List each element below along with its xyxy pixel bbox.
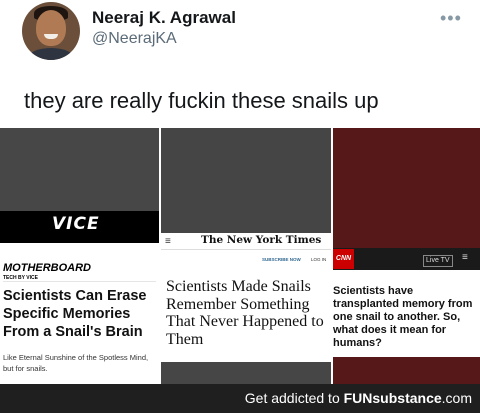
vice-logo: VICE bbox=[52, 214, 100, 234]
article-card-cnn[interactable]: CNN Live TV ≡ Scientists have transplant… bbox=[333, 128, 480, 384]
article-card-vice[interactable]: VICE MOTHERBOARD TECH BY VICE Scientists… bbox=[0, 128, 159, 384]
more-options-icon[interactable]: ••• bbox=[440, 8, 462, 29]
article-photo bbox=[333, 357, 480, 384]
subscribe-link[interactable]: SUBSCRIBE NOW bbox=[262, 257, 301, 262]
article-headline: Scientists Can Erase Specific Memories F… bbox=[3, 288, 147, 340]
article-card-nyt[interactable]: ≡ The New York Times SUBSCRIBE NOW LOG I… bbox=[161, 128, 331, 384]
article-dek: Like Eternal Sunshine of the Spotless Mi… bbox=[3, 353, 149, 373]
article-photo bbox=[333, 128, 480, 248]
avatar[interactable] bbox=[22, 2, 80, 60]
article-headline: Scientists Made Snails Remember Somethin… bbox=[166, 278, 324, 348]
section-label: MOTHERBOARD bbox=[3, 262, 91, 274]
footer-brand: FUNsubstance bbox=[343, 390, 442, 406]
menu-icon[interactable]: ≡ bbox=[165, 236, 171, 247]
user-handle[interactable]: @NeerajKA bbox=[92, 30, 177, 48]
article-photo bbox=[161, 128, 331, 233]
live-tv-button[interactable]: Live TV bbox=[423, 255, 453, 267]
tweet-text: they are really fuckin these snails up bbox=[24, 88, 379, 113]
cnn-logo: CNN bbox=[333, 249, 354, 269]
display-name[interactable]: Neeraj K. Agrawal bbox=[92, 8, 236, 28]
login-link[interactable]: LOG IN bbox=[311, 257, 326, 262]
article-photo bbox=[161, 362, 331, 384]
article-photo bbox=[0, 128, 159, 211]
article-headline: Scientists have transplanted memory from… bbox=[333, 285, 473, 349]
menu-icon[interactable]: ≡ bbox=[462, 252, 468, 263]
footer-watermark[interactable]: Get addicted to FUNsubstance.com bbox=[245, 390, 472, 406]
footer-bar: Get addicted to FUNsubstance.com bbox=[0, 384, 480, 413]
nyt-logo: The New York Times bbox=[201, 234, 322, 246]
footer-suffix: .com bbox=[441, 390, 472, 406]
footer-prefix: Get addicted to bbox=[244, 390, 344, 406]
